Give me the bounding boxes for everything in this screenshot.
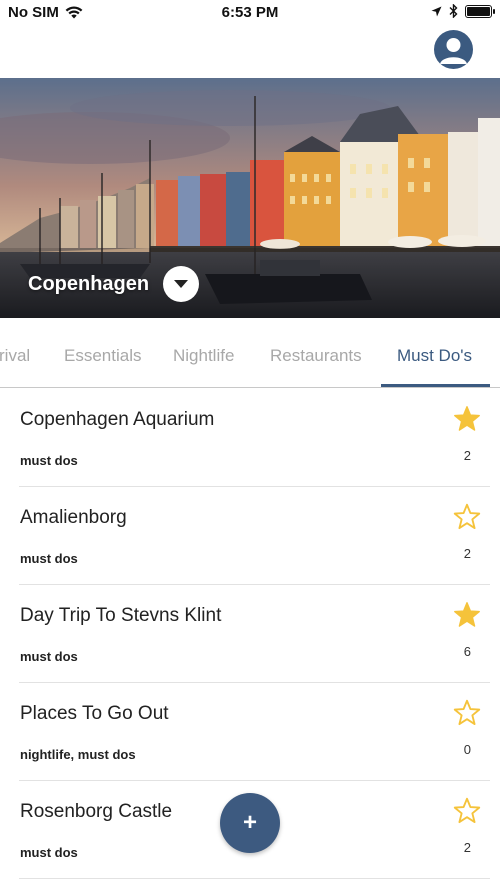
list-item[interactable]: Places To Go Out nightlife, must dos 0 [19,683,490,781]
item-title: Rosenborg Castle [20,801,173,822]
location-arrow-icon [431,6,442,16]
active-tab-indicator [381,384,490,387]
tab-arrival[interactable]: rival [0,346,30,366]
list-item[interactable]: Amalienborg must dos 2 [19,487,490,585]
star-icon[interactable] [453,601,481,629]
city-hero-image: Copenhagen [0,78,500,318]
tab-must-dos[interactable]: Must Do's [397,346,472,366]
status-time: 6:53 PM [221,4,279,21]
item-count: 6 [463,644,471,659]
item-count: 2 [463,448,471,463]
list-item[interactable]: Day Trip To Stevns Klint must dos 6 [19,585,490,683]
profile-avatar-button[interactable] [434,30,473,69]
battery-icon [465,4,495,18]
star-icon[interactable] [453,405,481,433]
status-bar: No SIM 6:53 PM [0,0,500,26]
item-tags: must dos [20,649,78,664]
item-title: Day Trip To Stevns Klint [20,605,222,626]
status-right [431,4,495,18]
item-title: Copenhagen Aquarium [20,409,215,430]
city-selector[interactable]: Copenhagen [28,266,200,302]
item-tags: must dos [20,453,78,468]
item-count: 0 [463,742,471,757]
item-count: 2 [463,840,471,855]
star-icon[interactable] [453,797,481,825]
list-item[interactable]: Copenhagen Aquarium must dos 2 [19,389,490,487]
star-icon[interactable] [453,699,481,727]
item-tags: must dos [20,551,78,566]
star-icon[interactable] [453,503,481,531]
item-tags: must dos [20,845,78,860]
tab-essentials[interactable]: Essentials [64,346,141,366]
item-title: Places To Go Out [20,703,169,724]
item-count: 2 [463,546,471,561]
city-name: Copenhagen [28,272,150,295]
item-tags: nightlife, must dos [20,747,136,762]
tab-nightlife[interactable]: Nightlife [173,346,234,366]
category-tabs: rival Essentials Nightlife Restaurants M… [0,318,500,388]
item-title: Amalienborg [20,507,127,528]
add-button[interactable]: + [220,793,280,853]
caret-down-icon[interactable] [163,266,200,302]
bluetooth-icon [449,4,458,18]
user-icon [440,38,467,64]
tab-restaurants[interactable]: Restaurants [270,346,362,366]
